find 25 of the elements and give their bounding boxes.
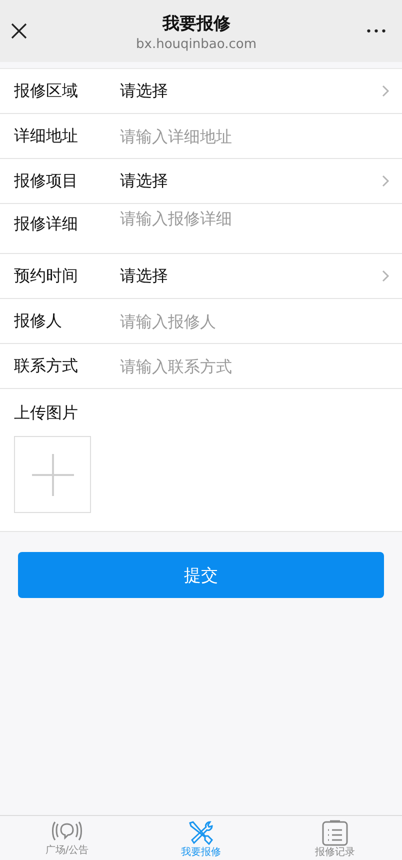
textarea-field[interactable]: 请输入报修详细 — [120, 209, 390, 239]
input-field[interactable]: 请输入详细地址 — [120, 126, 390, 146]
field-label: 报修区域 — [14, 80, 79, 102]
field-label: 详细地址 — [14, 126, 79, 146]
chevron-right-icon — [382, 85, 390, 97]
field-label: 报修详细 — [14, 214, 79, 235]
select-field[interactable]: 请选择 — [120, 170, 382, 192]
plus-icon — [32, 454, 74, 496]
more-button[interactable]: ••• — [366, 24, 388, 38]
tools-icon — [188, 820, 214, 846]
field-label: 预约时间 — [14, 266, 79, 286]
select-field[interactable]: 请选择 — [120, 266, 382, 286]
chevron-right-icon — [382, 175, 390, 187]
list-icon — [322, 820, 348, 846]
input-field[interactable]: 请输入报修人 — [120, 312, 390, 330]
chevron-right-icon — [382, 270, 390, 282]
page-url: bx.houqinbao.com — [136, 37, 256, 52]
field-label: 报修项目 — [14, 170, 79, 192]
input-field[interactable]: 请输入联系方式 — [120, 356, 390, 376]
field-label: 报修人 — [14, 310, 63, 332]
close-icon[interactable] — [11, 23, 27, 39]
page-title: 我要报修 — [162, 13, 230, 35]
select-field[interactable]: 请选择 — [120, 80, 382, 102]
upload-label: 上传图片 — [14, 403, 79, 424]
field-label: 联系方式 — [14, 356, 79, 376]
